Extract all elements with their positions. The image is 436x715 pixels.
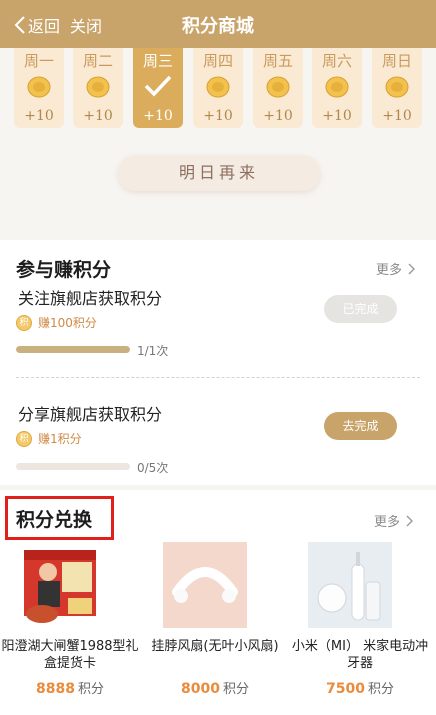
- day-points: +10: [322, 108, 352, 124]
- task-reward: 积 赚100积分: [16, 314, 97, 331]
- price-unit: 积分: [77, 682, 104, 697]
- more-label: 更多: [374, 515, 401, 530]
- crab-gift-box-image: [18, 542, 102, 628]
- product-name: 阳澄湖大闸蟹1988型礼盒提货卡: [1, 639, 139, 671]
- checkin-day-mon[interactable]: 周一 +10: [14, 48, 64, 128]
- task-go-complete-button[interactable]: 去完成: [324, 412, 397, 440]
- day-points: +10: [24, 108, 54, 124]
- task-name: 分享旗舰店获取积分: [18, 405, 163, 424]
- task-progress-bar: [16, 346, 130, 353]
- checkin-day-wed[interactable]: 周三 +10: [133, 48, 183, 128]
- reward-label: 赚1积分: [38, 432, 82, 446]
- coin-icon: [266, 76, 290, 98]
- day-label: 周四: [202, 52, 233, 70]
- chevron-right-icon: [408, 263, 416, 274]
- day-points: +10: [263, 108, 293, 124]
- checkin-day-fri[interactable]: 周五 +10: [253, 48, 303, 128]
- coin-icon: [325, 76, 349, 98]
- points-exchange-section: 积分兑换 更多 阳澄湖大闸蟹1988型礼盒提货卡 8888 积分 挂脖风扇(无叶小: [0, 490, 436, 715]
- day-label: 周五: [262, 52, 293, 70]
- price-value: 8888: [36, 681, 75, 697]
- task-reward: 积 赚1积分: [16, 430, 82, 447]
- coin-icon: [27, 76, 51, 98]
- chevron-right-icon: [406, 515, 414, 526]
- page-title: 积分商城: [182, 16, 254, 37]
- earn-points-section: 参与赚积分 更多 关注旗舰店获取积分 积 赚100积分 1/1次 已完成 分享旗…: [0, 240, 436, 485]
- day-label: 周六: [321, 52, 352, 70]
- price-unit: 积分: [222, 682, 249, 697]
- checkin-day-sat[interactable]: 周六 +10: [312, 48, 362, 128]
- coin-icon: [86, 76, 110, 98]
- more-label: 更多: [376, 263, 403, 278]
- product-price: 7500 积分: [290, 678, 430, 697]
- day-label: 周二: [82, 52, 113, 70]
- task-completed-button[interactable]: 已完成: [324, 295, 397, 323]
- progress-text: 0/5次: [137, 461, 169, 475]
- checkin-day-sun[interactable]: 周日 +10: [372, 48, 422, 128]
- price-value: 7500: [326, 681, 365, 697]
- come-back-tomorrow-button[interactable]: 明日再来: [118, 155, 320, 191]
- product-price: 8000 积分: [145, 678, 285, 697]
- neck-fan-image: [163, 542, 247, 628]
- coin-icon: [385, 76, 409, 98]
- day-points: +10: [143, 108, 173, 124]
- exchange-more-link[interactable]: 更多: [374, 511, 414, 530]
- checkmark-icon: [144, 75, 172, 97]
- day-points: +10: [203, 108, 233, 124]
- task-name: 关注旗舰店获取积分: [18, 289, 163, 308]
- divider: [16, 377, 420, 378]
- points-icon: 积: [16, 430, 32, 447]
- day-label: 周日: [381, 52, 412, 70]
- price-value: 8000: [181, 681, 220, 697]
- checkin-strip: 周一 +10 周二 +10 周三 +10 周四 +10 周五 +10 周六 +1…: [0, 48, 436, 130]
- app-header: 返回 关闭 积分商城: [0, 0, 436, 48]
- earn-more-link[interactable]: 更多: [376, 259, 416, 278]
- section-title: 积分兑换: [16, 509, 93, 531]
- product-name: 小米（MI） 米家电动冲牙器: [291, 639, 429, 671]
- coin-icon: [206, 76, 230, 98]
- product-name: 挂脖风扇(无叶小风扇): [151, 639, 279, 654]
- task-progress-bar: [16, 463, 130, 470]
- day-points: +10: [83, 108, 113, 124]
- progress-text: 1/1次: [137, 344, 169, 358]
- day-points: +10: [382, 108, 412, 124]
- section-title: 参与赚积分: [16, 259, 112, 281]
- day-label: 周一: [23, 52, 54, 70]
- progress-fill: [16, 346, 130, 353]
- day-label: 周三: [142, 52, 173, 70]
- product-price: 8888 积分: [0, 678, 140, 697]
- checkin-day-thu[interactable]: 周四 +10: [193, 48, 243, 128]
- checkin-day-tue[interactable]: 周二 +10: [73, 48, 123, 128]
- water-flosser-image: [308, 542, 392, 628]
- reward-label: 赚100积分: [38, 316, 97, 330]
- price-unit: 积分: [367, 682, 394, 697]
- points-icon: 积: [16, 314, 32, 331]
